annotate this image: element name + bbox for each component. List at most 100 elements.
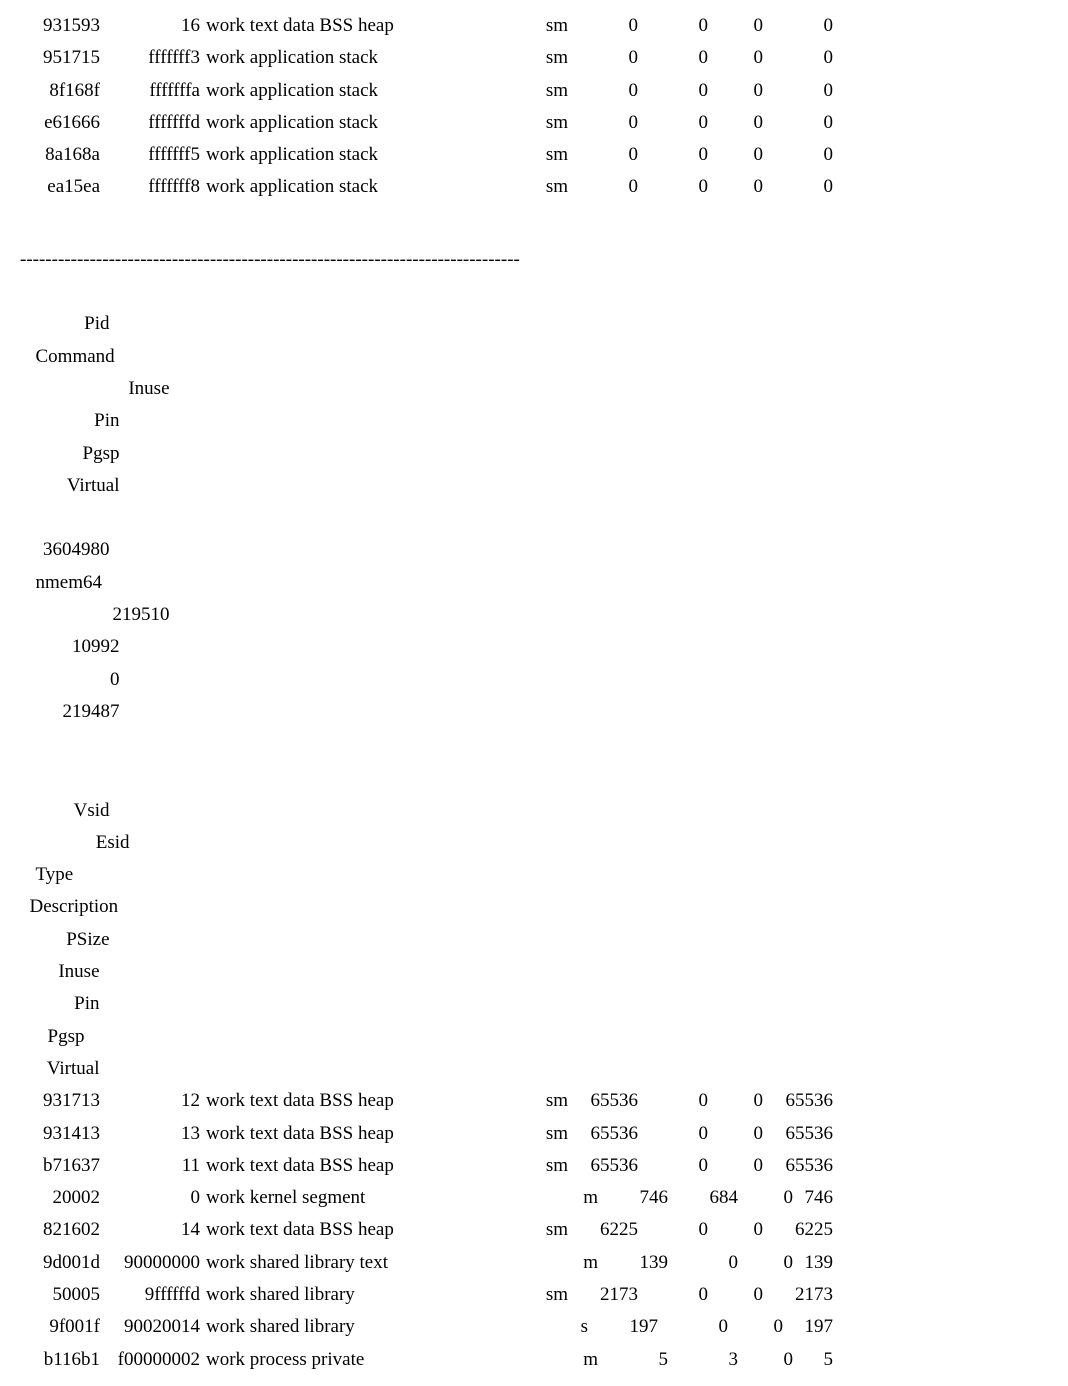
cell-psize: sm	[488, 1150, 568, 1182]
cell-psize: sm	[488, 1214, 568, 1246]
cell-pgsp: 0	[728, 1311, 783, 1343]
cell-psize: sm	[488, 42, 568, 74]
table-row: 93171312work text data BSS heapsm6553600…	[20, 1085, 1048, 1117]
cell-vsid: b116b1	[20, 1344, 100, 1376]
cell-psize: sm	[488, 107, 568, 139]
cell-esid: 11	[100, 1150, 200, 1182]
cell-esid: f00000002	[100, 1344, 200, 1376]
hdr-pgsp: Pgsp	[30, 1021, 85, 1053]
cell-vsid: e61666	[20, 107, 100, 139]
cell-psize: sm	[488, 75, 568, 107]
detail-header-row: Vsid Esid Type Description PSize Inuse P…	[20, 762, 1048, 1085]
cell-desc: work application stack	[200, 75, 488, 107]
cell-pin: 0	[638, 1214, 708, 1246]
table-row: 82160214work text data BSS heapsm6225006…	[20, 1214, 1048, 1246]
cell-psize: sm	[488, 1279, 568, 1311]
cell-inuse: 0	[568, 107, 638, 139]
val-command: nmem64	[30, 567, 126, 599]
table-row: 8f168ffffffffawork application stacksm00…	[20, 75, 1048, 107]
cell-vsid: 931593	[20, 10, 100, 42]
cell-esid: 0	[100, 1182, 200, 1214]
cell-vsid: 931713	[20, 1085, 100, 1117]
cell-pgsp: 0	[738, 1182, 793, 1214]
cell-esid: 12	[100, 1085, 200, 1117]
cell-inuse: 0	[568, 75, 638, 107]
cell-pin: 0	[638, 171, 708, 203]
cell-vsid: b71637	[20, 1150, 100, 1182]
cell-pgsp: 0	[708, 1279, 763, 1311]
val-inuse: 219510	[30, 599, 170, 631]
table-row: e61666fffffffdwork application stacksm00…	[20, 107, 1048, 139]
col-pid: Pid	[30, 308, 110, 340]
cell-virt: 2173	[763, 1279, 833, 1311]
cell-psize: m	[488, 1344, 598, 1376]
cell-pgsp: 0	[708, 1085, 763, 1117]
cell-inuse: 65536	[568, 1085, 638, 1117]
cell-inuse: 6225	[568, 1214, 638, 1246]
cell-virt: 6225	[763, 1214, 833, 1246]
cell-desc: work shared library	[200, 1279, 488, 1311]
table-row: 93159316work text data BSS heapsm0000	[20, 10, 1048, 42]
cell-inuse: 746	[598, 1182, 668, 1214]
cell-pgsp: 0	[708, 1150, 763, 1182]
cell-desc: work text data BSS heap	[200, 1214, 488, 1246]
cell-pin: 0	[638, 42, 708, 74]
cell-desc: work process private	[200, 1344, 488, 1376]
cell-pgsp: 0	[708, 171, 763, 203]
cell-psize: sm	[488, 1085, 568, 1117]
cell-inuse: 2173	[568, 1279, 638, 1311]
cell-virt: 0	[763, 139, 833, 171]
cell-desc: work text data BSS heap	[200, 10, 488, 42]
section-divider: ----------------------------------------…	[20, 244, 1048, 276]
cell-pin: 0	[658, 1311, 728, 1343]
cell-psize: sm	[488, 171, 568, 203]
cell-pin: 0	[638, 75, 708, 107]
cell-inuse: 0	[568, 139, 638, 171]
cell-desc: work text data BSS heap	[200, 1118, 488, 1150]
hdr-inuse: Inuse	[30, 956, 100, 988]
cell-virt: 0	[763, 107, 833, 139]
cell-virt: 0	[763, 75, 833, 107]
hdr-vsid: Vsid	[30, 795, 110, 827]
cell-inuse: 5	[598, 1344, 668, 1376]
cell-pin: 0	[638, 1150, 708, 1182]
cell-inuse: 0	[568, 42, 638, 74]
hdr-type: Type	[30, 859, 88, 891]
table-row: 93141313work text data BSS heapsm6553600…	[20, 1118, 1048, 1150]
cell-desc: work application stack	[200, 139, 488, 171]
cell-esid: fffffffd	[100, 107, 200, 139]
cell-desc: work kernel segment	[200, 1182, 488, 1214]
col-inuse: Inuse	[30, 373, 170, 405]
cell-virt: 65536	[763, 1150, 833, 1182]
hdr-pin: Pin	[30, 988, 100, 1020]
cell-esid: 9ffffffd	[100, 1279, 200, 1311]
cell-virt: 197	[783, 1311, 833, 1343]
col-virtual: Virtual	[30, 470, 120, 502]
cell-virt: 0	[763, 42, 833, 74]
cell-pin: 0	[638, 1279, 708, 1311]
cell-pin: 0	[638, 1118, 708, 1150]
cell-psize: m	[488, 1247, 598, 1279]
cell-inuse: 197	[588, 1311, 658, 1343]
cell-esid: 16	[100, 10, 200, 42]
table-row: 200020work kernel segmentm7466840746	[20, 1182, 1048, 1214]
cell-esid: 13	[100, 1118, 200, 1150]
cell-desc: work application stack	[200, 171, 488, 203]
table-row: 951715fffffff3work application stacksm00…	[20, 42, 1048, 74]
cell-psize: m	[488, 1182, 598, 1214]
cell-inuse: 139	[598, 1247, 668, 1279]
table-row: b7163711work text data BSS heapsm6553600…	[20, 1150, 1048, 1182]
cell-virt: 139	[793, 1247, 833, 1279]
cell-vsid: 8a168a	[20, 139, 100, 171]
cell-virt: 65536	[763, 1085, 833, 1117]
cell-pgsp: 0	[708, 1214, 763, 1246]
cell-pin: 0	[638, 10, 708, 42]
val-pgsp: 0	[30, 664, 120, 696]
cell-pgsp: 0	[738, 1344, 793, 1376]
cell-psize: s	[488, 1311, 588, 1343]
cell-desc: work text data BSS heap	[200, 1085, 488, 1117]
table-row: 500059ffffffdwork shared librarysm217300…	[20, 1279, 1048, 1311]
table-row: 9d001d90000000work shared library textm1…	[20, 1247, 1048, 1279]
cell-pgsp: 0	[708, 42, 763, 74]
cell-pin: 0	[668, 1247, 738, 1279]
